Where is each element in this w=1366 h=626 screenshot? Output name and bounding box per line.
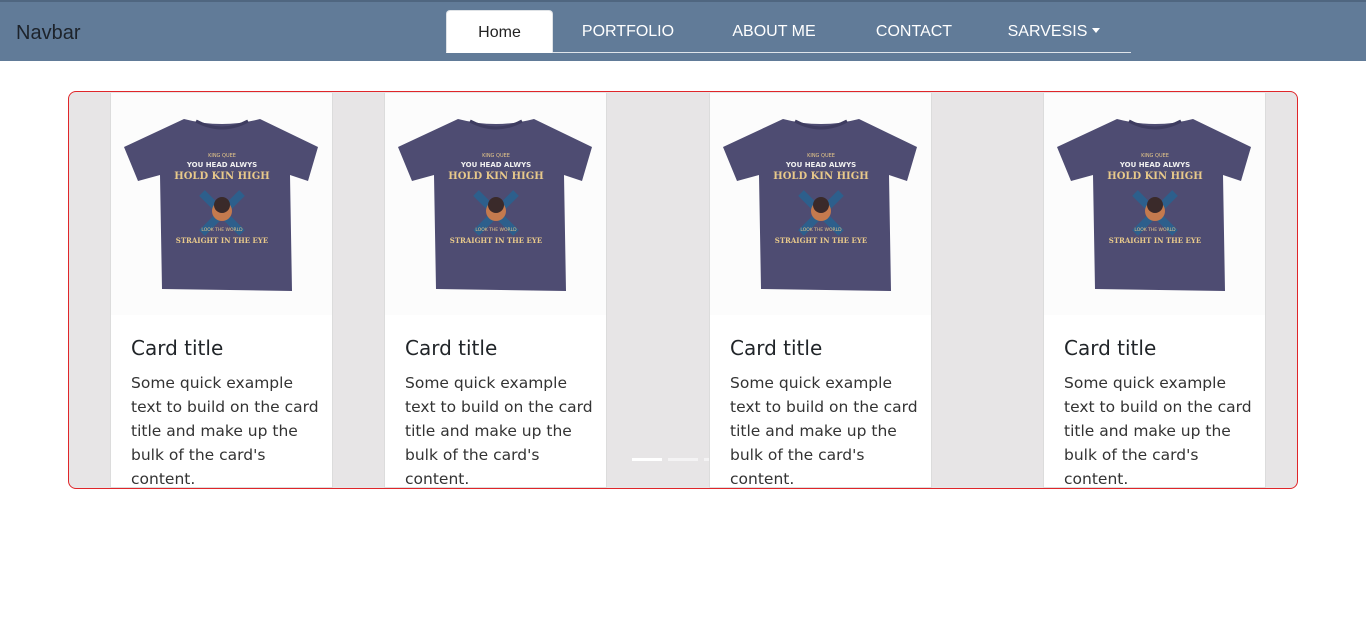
tab-portfolio[interactable]: PORTFOLIO: [568, 10, 688, 53]
navbar: Navbar Home PORTFOLIO ABOUT ME CONTACT S…: [0, 0, 1366, 61]
shirt-print-line: HOLD KIN HIGH: [773, 171, 868, 182]
caret-down-icon: [1092, 28, 1101, 33]
shirt-print-line: KING QUEE: [482, 153, 510, 159]
shirt-print-line: KING QUEE: [1141, 153, 1169, 159]
card-image: KING QUEE YOU HEAD ALWYS HOLD KIN HIGH L…: [1044, 93, 1265, 315]
carousel-indicator-1[interactable]: [632, 458, 662, 461]
shirt-print-line: STRAIGHT IN THE EYE: [1109, 236, 1201, 245]
card-title: Card title: [1064, 336, 1157, 360]
shirt-print-line: LOOK THE WORLD: [201, 227, 243, 233]
tab-about-me[interactable]: ABOUT ME: [719, 10, 829, 53]
card-title: Card title: [405, 336, 498, 360]
card-image: KING QUEE YOU HEAD ALWYS HOLD KIN HIGH L…: [385, 93, 606, 315]
card: KING QUEE YOU HEAD ALWYS HOLD KIN HIGH L…: [709, 93, 932, 488]
shirt-print-line: YOU HEAD ALWYS: [1119, 161, 1190, 169]
card-title: Card title: [730, 336, 823, 360]
shirt-print-line: YOU HEAD ALWYS: [460, 161, 531, 169]
shirt-print-line: HOLD KIN HIGH: [1107, 171, 1202, 182]
nav-tabs: Home PORTFOLIO ABOUT ME CONTACT SARVESIS: [446, 10, 1131, 53]
shirt-print-line: KING QUEE: [208, 153, 236, 159]
card: KING QUEE YOU HEAD ALWYS HOLD KIN HIGH L…: [1043, 93, 1266, 488]
card-text: Some quick example text to build on the …: [1064, 374, 1252, 488]
card-image: KING QUEE YOU HEAD ALWYS HOLD KIN HIGH L…: [111, 93, 332, 315]
card-text: Some quick example text to build on the …: [405, 374, 593, 488]
card-carousel[interactable]: KING QUEE YOU HEAD ALWYS HOLD KIN HIGH L…: [68, 91, 1298, 489]
shirt-print-line: LOOK THE WORLD: [800, 227, 842, 233]
shirt-print-line: HOLD KIN HIGH: [448, 171, 543, 182]
carousel-indicator-2[interactable]: [668, 458, 698, 461]
shirt-print-line: HOLD KIN HIGH: [174, 171, 269, 182]
card: KING QUEE YOU HEAD ALWYS HOLD KIN HIGH L…: [110, 93, 333, 488]
card-image: KING QUEE YOU HEAD ALWYS HOLD KIN HIGH L…: [710, 93, 931, 315]
navbar-brand[interactable]: Navbar: [16, 22, 80, 45]
shirt-print-line: STRAIGHT IN THE EYE: [450, 236, 542, 245]
shirt-print-line: YOU HEAD ALWYS: [186, 161, 257, 169]
tab-contact[interactable]: CONTACT: [863, 10, 965, 53]
card: KING QUEE YOU HEAD ALWYS HOLD KIN HIGH L…: [384, 93, 607, 488]
shirt-print-line: LOOK THE WORLD: [475, 227, 517, 233]
card-title: Card title: [131, 336, 224, 360]
tab-home[interactable]: Home: [446, 10, 553, 53]
card-text: Some quick example text to build on the …: [730, 374, 918, 488]
tshirt-icon: KING QUEE YOU HEAD ALWYS HOLD KIN HIGH L…: [124, 119, 318, 291]
shirt-print-line: STRAIGHT IN THE EYE: [176, 236, 268, 245]
tshirt-icon: KING QUEE YOU HEAD ALWYS HOLD KIN HIGH L…: [723, 119, 917, 291]
tab-sarvesis-dropdown[interactable]: SARVESIS: [999, 10, 1109, 53]
shirt-print-line: KING QUEE: [807, 153, 835, 159]
card-text: Some quick example text to build on the …: [131, 374, 319, 488]
shirt-print-line: YOU HEAD ALWYS: [785, 161, 856, 169]
shirt-print-line: STRAIGHT IN THE EYE: [775, 236, 867, 245]
tab-sarvesis-label: SARVESIS: [1007, 23, 1088, 40]
shirt-print-line: LOOK THE WORLD: [1134, 227, 1176, 233]
tshirt-icon: KING QUEE YOU HEAD ALWYS HOLD KIN HIGH L…: [398, 119, 592, 291]
tshirt-icon: KING QUEE YOU HEAD ALWYS HOLD KIN HIGH L…: [1057, 119, 1251, 291]
